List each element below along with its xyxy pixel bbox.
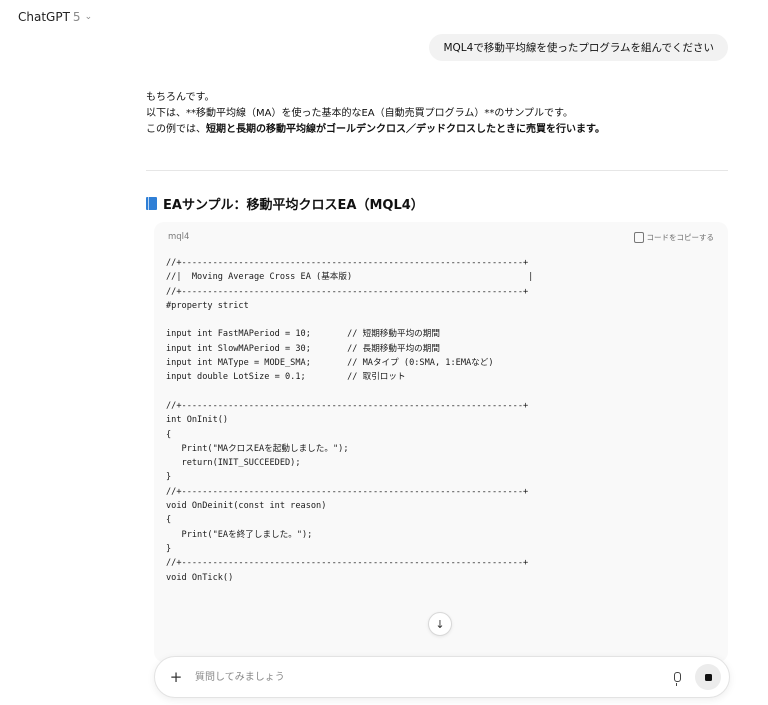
model-picker[interactable]: ChatGPT 5 ⌄ xyxy=(18,10,92,24)
answer-line: 以下は、**移動平均線（MA）を使った基本的なEA（自動売買プログラム）**のサ… xyxy=(146,108,574,119)
copy-code-label: コードをコピーする xyxy=(646,232,715,242)
model-version: 5 xyxy=(72,10,81,24)
code-line: input double LotSize = 0.1; // 取引ロット xyxy=(166,372,406,383)
stop-button[interactable] xyxy=(695,664,721,690)
code-line: { xyxy=(166,515,172,526)
user-message-bubble: MQL4で移動平均線を使ったプログラムを組んでください xyxy=(429,34,728,61)
code-content: //+-------------------------------------… xyxy=(154,248,728,585)
add-attachment-button[interactable]: + xyxy=(165,668,187,686)
code-line: Print("MAクロスEAを起動しました。"); xyxy=(166,443,349,454)
prompt-input[interactable] xyxy=(193,670,669,684)
section-title: EAサンプル：移動平均クロスEA（MQL4） xyxy=(146,194,424,213)
chevron-down-icon: ⌄ xyxy=(84,12,93,22)
code-line: Print("EAを終了しました。"); xyxy=(166,529,313,540)
code-line: //| Moving Average Cross EA (基本版) | xyxy=(166,272,534,283)
divider xyxy=(146,170,728,171)
microphone-button[interactable] xyxy=(669,669,685,686)
model-name: ChatGPT xyxy=(18,10,70,24)
code-line: input int SlowMAPeriod = 30; // 長期移動平均の期… xyxy=(166,343,440,354)
code-line: } xyxy=(166,472,172,483)
composer: + xyxy=(154,656,730,698)
copy-code-button[interactable]: コードをコピーする xyxy=(633,231,715,243)
code-block: mql4 コードをコピーする //+----------------------… xyxy=(154,222,728,662)
stop-icon xyxy=(704,673,712,681)
blue-book-icon xyxy=(146,197,157,210)
code-line: { xyxy=(166,429,172,440)
code-line: //+-------------------------------------… xyxy=(166,258,529,268)
code-line: } xyxy=(166,543,172,554)
answer-line-prefix: この例では、 xyxy=(146,124,206,135)
answer-line-bold: 短期と長期の移動平均線がゴールデンクロス／デッドクロスしたときに売買を行います。 xyxy=(206,124,605,135)
code-line: //+-------------------------------------… xyxy=(166,558,529,569)
code-line: input int FastMAPeriod = 10; // 短期移動平均の期… xyxy=(166,329,440,340)
code-language: mql4 xyxy=(168,232,190,242)
code-header: mql4 コードをコピーする xyxy=(154,226,728,248)
assistant-answer: もちろんです。 以下は、**移動平均線（MA）を使った基本的なEA（自動売買プロ… xyxy=(146,90,728,138)
code-line: #property strict xyxy=(166,300,249,311)
answer-line: もちろんです。 xyxy=(146,92,215,103)
code-line: //+-------------------------------------… xyxy=(166,486,529,497)
code-line: //+-------------------------------------… xyxy=(166,286,529,297)
answer-line: この例では、短期と長期の移動平均線がゴールデンクロス／デッドクロスしたときに売買… xyxy=(146,122,728,138)
copy-icon xyxy=(633,231,644,243)
microphone-icon xyxy=(673,672,681,686)
code-line: void OnTick() xyxy=(166,572,234,583)
arrow-down-icon: ↓ xyxy=(435,617,445,631)
scroll-down-button[interactable]: ↓ xyxy=(428,612,452,636)
section-title-text: EAサンプル：移動平均クロスEA（MQL4） xyxy=(163,198,424,213)
code-line: //+-------------------------------------… xyxy=(166,400,529,411)
code-line: return(INIT_SUCCEEDED); xyxy=(166,458,301,469)
code-line: void OnDeinit(const int reason) xyxy=(166,501,327,512)
code-line: int OnInit() xyxy=(166,415,229,426)
code-line: input int MAType = MODE_SMA; // MAタイプ (0… xyxy=(166,358,494,369)
